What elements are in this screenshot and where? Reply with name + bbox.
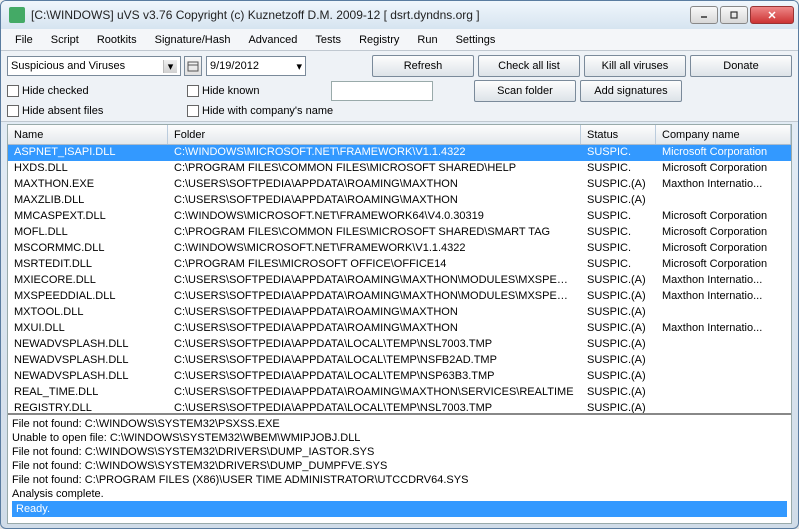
menu-signaturehash[interactable]: Signature/Hash bbox=[147, 32, 239, 48]
menu-tests[interactable]: Tests bbox=[307, 32, 349, 48]
log-line: Unable to open file: C:\WINDOWS\SYSTEM32… bbox=[12, 431, 787, 445]
status-ready: Ready. bbox=[12, 501, 787, 517]
log-line: File not found: C:\WINDOWS\SYSTEM32\DRIV… bbox=[12, 459, 787, 473]
main-window: [C:\WINDOWS] uVS v3.76 Copyright (c) Kuz… bbox=[0, 0, 799, 529]
table-row[interactable]: REGISTRY.DLLC:\USERS\SOFTPEDIA\APPDATA\L… bbox=[8, 401, 791, 413]
hide-absent-checkbox[interactable]: Hide absent files bbox=[7, 105, 183, 117]
table-row[interactable]: MAXZLIB.DLLC:\USERS\SOFTPEDIA\APPDATA\RO… bbox=[8, 193, 791, 209]
menu-file[interactable]: File bbox=[7, 32, 41, 48]
menu-script[interactable]: Script bbox=[43, 32, 87, 48]
file-list: Name Folder Status Company name ASPNET_I… bbox=[8, 125, 791, 415]
hide-company-checkbox[interactable]: Hide with company's name bbox=[187, 105, 333, 117]
log-line: File not found: C:\WINDOWS\SYSTEM32\DRIV… bbox=[12, 445, 787, 459]
column-folder[interactable]: Folder bbox=[168, 125, 581, 144]
toolbar: Suspicious and Viruses ▾ 9/19/2012 ▾ Ref… bbox=[1, 51, 798, 122]
dropdown-icon: ▾ bbox=[296, 60, 302, 73]
table-row[interactable]: MSCORMMC.DLLC:\WINDOWS\MICROSOFT.NET\FRA… bbox=[8, 241, 791, 257]
table-row[interactable]: MXSPEEDDIAL.DLLC:\USERS\SOFTPEDIA\APPDAT… bbox=[8, 289, 791, 305]
column-status[interactable]: Status bbox=[581, 125, 656, 144]
menu-run[interactable]: Run bbox=[409, 32, 445, 48]
column-name[interactable]: Name bbox=[8, 125, 168, 144]
table-row[interactable]: NEWADVSPLASH.DLLC:\USERS\SOFTPEDIA\APPDA… bbox=[8, 369, 791, 385]
minimize-button[interactable] bbox=[690, 6, 718, 24]
close-button[interactable] bbox=[750, 6, 794, 24]
window-title: [C:\WINDOWS] uVS v3.76 Copyright (c) Kuz… bbox=[29, 8, 690, 22]
app-icon bbox=[9, 7, 25, 23]
table-row[interactable]: NEWADVSPLASH.DLLC:\USERS\SOFTPEDIA\APPDA… bbox=[8, 337, 791, 353]
hide-known-checkbox[interactable]: Hide known bbox=[187, 85, 327, 97]
content-area: Name Folder Status Company name ASPNET_I… bbox=[7, 124, 792, 524]
scan-folder-button[interactable]: Scan folder bbox=[474, 80, 576, 102]
table-row[interactable]: MOFL.DLLC:\PROGRAM FILES\COMMON FILES\MI… bbox=[8, 225, 791, 241]
kill-all-button[interactable]: Kill all viruses bbox=[584, 55, 686, 77]
log-line: File not found: C:\PROGRAM FILES (X86)\U… bbox=[12, 473, 787, 487]
refresh-button[interactable]: Refresh bbox=[372, 55, 474, 77]
date-input[interactable]: 9/19/2012 ▾ bbox=[206, 56, 306, 76]
table-row[interactable]: MXTOOL.DLLC:\USERS\SOFTPEDIA\APPDATA\ROA… bbox=[8, 305, 791, 321]
menubar: FileScriptRootkitsSignature/HashAdvanced… bbox=[1, 29, 798, 51]
menu-settings[interactable]: Settings bbox=[448, 32, 504, 48]
maximize-button[interactable] bbox=[720, 6, 748, 24]
dropdown-icon: ▾ bbox=[163, 60, 177, 73]
check-all-button[interactable]: Check all list bbox=[478, 55, 580, 77]
table-row[interactable]: MXIECORE.DLLC:\USERS\SOFTPEDIA\APPDATA\R… bbox=[8, 273, 791, 289]
table-row[interactable]: NEWADVSPLASH.DLLC:\USERS\SOFTPEDIA\APPDA… bbox=[8, 353, 791, 369]
log-line: Analysis complete. bbox=[12, 487, 787, 501]
list-body[interactable]: ASPNET_ISAPI.DLLC:\WINDOWS\MICROSOFT.NET… bbox=[8, 145, 791, 413]
table-row[interactable]: HXDS.DLLC:\PROGRAM FILES\COMMON FILES\MI… bbox=[8, 161, 791, 177]
calendar-button[interactable] bbox=[184, 56, 202, 76]
menu-rootkits[interactable]: Rootkits bbox=[89, 32, 145, 48]
table-row[interactable]: MSRTEDIT.DLLC:\PROGRAM FILES\MICROSOFT O… bbox=[8, 257, 791, 273]
log-pane[interactable]: File not found: C:\WINDOWS\SYSTEM32\PSXS… bbox=[8, 415, 791, 523]
filter-combo-value: Suspicious and Viruses bbox=[11, 60, 125, 72]
table-row[interactable]: MXUI.DLLC:\USERS\SOFTPEDIA\APPDATA\ROAMI… bbox=[8, 321, 791, 337]
table-row[interactable]: ASPNET_ISAPI.DLLC:\WINDOWS\MICROSOFT.NET… bbox=[8, 145, 791, 161]
list-header: Name Folder Status Company name bbox=[8, 125, 791, 145]
menu-advanced[interactable]: Advanced bbox=[240, 32, 305, 48]
table-row[interactable]: MMCASPEXT.DLLC:\WINDOWS\MICROSOFT.NET\FR… bbox=[8, 209, 791, 225]
empty-field[interactable] bbox=[331, 81, 433, 101]
table-row[interactable]: MAXTHON.EXEC:\USERS\SOFTPEDIA\APPDATA\RO… bbox=[8, 177, 791, 193]
column-company[interactable]: Company name bbox=[656, 125, 791, 144]
filter-combo[interactable]: Suspicious and Viruses ▾ bbox=[7, 56, 181, 76]
log-line: File not found: C:\WINDOWS\SYSTEM32\PSXS… bbox=[12, 417, 787, 431]
add-signatures-button[interactable]: Add signatures bbox=[580, 80, 682, 102]
hide-checked-checkbox[interactable]: Hide checked bbox=[7, 85, 183, 97]
donate-button[interactable]: Donate bbox=[690, 55, 792, 77]
titlebar[interactable]: [C:\WINDOWS] uVS v3.76 Copyright (c) Kuz… bbox=[1, 1, 798, 29]
menu-registry[interactable]: Registry bbox=[351, 32, 407, 48]
table-row[interactable]: REAL_TIME.DLLC:\USERS\SOFTPEDIA\APPDATA\… bbox=[8, 385, 791, 401]
